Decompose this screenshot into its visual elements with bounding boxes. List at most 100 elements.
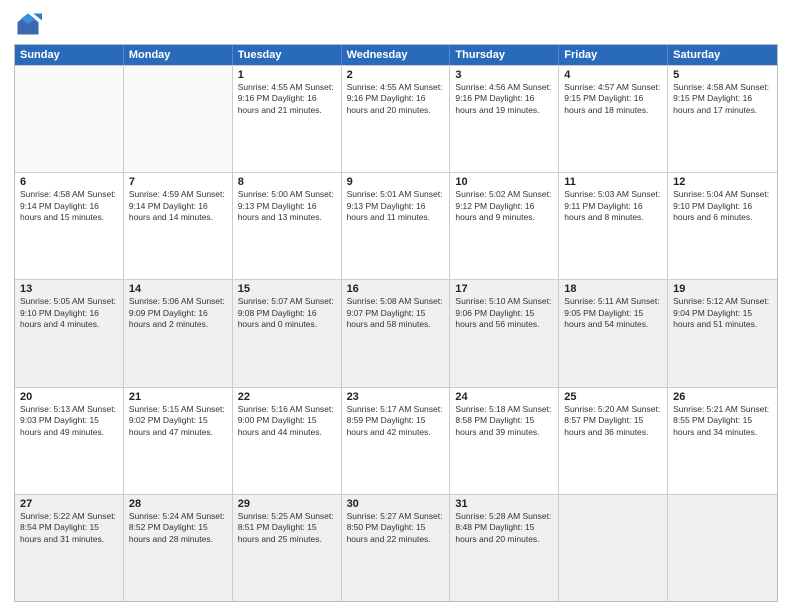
- calendar-cell: 10Sunrise: 5:02 AM Sunset: 9:12 PM Dayli…: [450, 173, 559, 279]
- day-number: 18: [564, 283, 662, 295]
- calendar-row-4: 27Sunrise: 5:22 AM Sunset: 8:54 PM Dayli…: [15, 494, 777, 601]
- calendar-row-2: 13Sunrise: 5:05 AM Sunset: 9:10 PM Dayli…: [15, 279, 777, 386]
- calendar-cell: [15, 66, 124, 172]
- day-info: Sunrise: 5:20 AM Sunset: 8:57 PM Dayligh…: [564, 404, 662, 438]
- calendar-cell: [124, 66, 233, 172]
- page: SundayMondayTuesdayWednesdayThursdayFrid…: [0, 0, 792, 612]
- day-info: Sunrise: 5:07 AM Sunset: 9:08 PM Dayligh…: [238, 296, 336, 330]
- header-day-thursday: Thursday: [450, 45, 559, 65]
- calendar-cell: 22Sunrise: 5:16 AM Sunset: 9:00 PM Dayli…: [233, 388, 342, 494]
- day-number: 16: [347, 283, 445, 295]
- day-number: 6: [20, 176, 118, 188]
- calendar-cell: 12Sunrise: 5:04 AM Sunset: 9:10 PM Dayli…: [668, 173, 777, 279]
- day-number: 20: [20, 391, 118, 403]
- calendar-cell: 19Sunrise: 5:12 AM Sunset: 9:04 PM Dayli…: [668, 280, 777, 386]
- day-number: 29: [238, 498, 336, 510]
- header: [14, 10, 778, 38]
- day-info: Sunrise: 5:06 AM Sunset: 9:09 PM Dayligh…: [129, 296, 227, 330]
- day-number: 15: [238, 283, 336, 295]
- day-number: 3: [455, 69, 553, 81]
- logo: [14, 10, 46, 38]
- header-day-sunday: Sunday: [15, 45, 124, 65]
- day-number: 1: [238, 69, 336, 81]
- header-day-monday: Monday: [124, 45, 233, 65]
- calendar-row-3: 20Sunrise: 5:13 AM Sunset: 9:03 PM Dayli…: [15, 387, 777, 494]
- calendar-cell: 31Sunrise: 5:28 AM Sunset: 8:48 PM Dayli…: [450, 495, 559, 601]
- calendar-cell: 5Sunrise: 4:58 AM Sunset: 9:15 PM Daylig…: [668, 66, 777, 172]
- day-number: 8: [238, 176, 336, 188]
- day-info: Sunrise: 4:55 AM Sunset: 9:16 PM Dayligh…: [238, 82, 336, 116]
- header-day-tuesday: Tuesday: [233, 45, 342, 65]
- day-info: Sunrise: 5:18 AM Sunset: 8:58 PM Dayligh…: [455, 404, 553, 438]
- day-info: Sunrise: 5:08 AM Sunset: 9:07 PM Dayligh…: [347, 296, 445, 330]
- day-info: Sunrise: 5:15 AM Sunset: 9:02 PM Dayligh…: [129, 404, 227, 438]
- day-info: Sunrise: 5:00 AM Sunset: 9:13 PM Dayligh…: [238, 189, 336, 223]
- logo-icon: [14, 10, 42, 38]
- day-info: Sunrise: 5:10 AM Sunset: 9:06 PM Dayligh…: [455, 296, 553, 330]
- day-number: 22: [238, 391, 336, 403]
- calendar-cell: 17Sunrise: 5:10 AM Sunset: 9:06 PM Dayli…: [450, 280, 559, 386]
- calendar-cell: 15Sunrise: 5:07 AM Sunset: 9:08 PM Dayli…: [233, 280, 342, 386]
- calendar-cell: 25Sunrise: 5:20 AM Sunset: 8:57 PM Dayli…: [559, 388, 668, 494]
- calendar-cell: 7Sunrise: 4:59 AM Sunset: 9:14 PM Daylig…: [124, 173, 233, 279]
- day-number: 7: [129, 176, 227, 188]
- day-number: 9: [347, 176, 445, 188]
- day-number: 26: [673, 391, 772, 403]
- calendar-cell: 23Sunrise: 5:17 AM Sunset: 8:59 PM Dayli…: [342, 388, 451, 494]
- day-info: Sunrise: 4:59 AM Sunset: 9:14 PM Dayligh…: [129, 189, 227, 223]
- header-day-wednesday: Wednesday: [342, 45, 451, 65]
- day-number: 19: [673, 283, 772, 295]
- day-info: Sunrise: 5:25 AM Sunset: 8:51 PM Dayligh…: [238, 511, 336, 545]
- day-number: 28: [129, 498, 227, 510]
- calendar-cell: [668, 495, 777, 601]
- calendar-cell: 9Sunrise: 5:01 AM Sunset: 9:13 PM Daylig…: [342, 173, 451, 279]
- day-info: Sunrise: 5:01 AM Sunset: 9:13 PM Dayligh…: [347, 189, 445, 223]
- calendar-row-1: 6Sunrise: 4:58 AM Sunset: 9:14 PM Daylig…: [15, 172, 777, 279]
- day-info: Sunrise: 5:28 AM Sunset: 8:48 PM Dayligh…: [455, 511, 553, 545]
- day-info: Sunrise: 5:02 AM Sunset: 9:12 PM Dayligh…: [455, 189, 553, 223]
- day-info: Sunrise: 5:24 AM Sunset: 8:52 PM Dayligh…: [129, 511, 227, 545]
- calendar-cell: 20Sunrise: 5:13 AM Sunset: 9:03 PM Dayli…: [15, 388, 124, 494]
- calendar-cell: 3Sunrise: 4:56 AM Sunset: 9:16 PM Daylig…: [450, 66, 559, 172]
- calendar-cell: 13Sunrise: 5:05 AM Sunset: 9:10 PM Dayli…: [15, 280, 124, 386]
- day-number: 23: [347, 391, 445, 403]
- day-info: Sunrise: 5:16 AM Sunset: 9:00 PM Dayligh…: [238, 404, 336, 438]
- day-info: Sunrise: 4:58 AM Sunset: 9:15 PM Dayligh…: [673, 82, 772, 116]
- calendar-row-0: 1Sunrise: 4:55 AM Sunset: 9:16 PM Daylig…: [15, 65, 777, 172]
- day-info: Sunrise: 4:56 AM Sunset: 9:16 PM Dayligh…: [455, 82, 553, 116]
- day-info: Sunrise: 5:27 AM Sunset: 8:50 PM Dayligh…: [347, 511, 445, 545]
- calendar-cell: 18Sunrise: 5:11 AM Sunset: 9:05 PM Dayli…: [559, 280, 668, 386]
- day-number: 25: [564, 391, 662, 403]
- calendar-header: SundayMondayTuesdayWednesdayThursdayFrid…: [15, 45, 777, 65]
- day-number: 2: [347, 69, 445, 81]
- calendar-cell: 28Sunrise: 5:24 AM Sunset: 8:52 PM Dayli…: [124, 495, 233, 601]
- calendar-cell: 11Sunrise: 5:03 AM Sunset: 9:11 PM Dayli…: [559, 173, 668, 279]
- day-info: Sunrise: 5:04 AM Sunset: 9:10 PM Dayligh…: [673, 189, 772, 223]
- day-number: 17: [455, 283, 553, 295]
- calendar-cell: [559, 495, 668, 601]
- day-number: 21: [129, 391, 227, 403]
- calendar-cell: 6Sunrise: 4:58 AM Sunset: 9:14 PM Daylig…: [15, 173, 124, 279]
- calendar-cell: 1Sunrise: 4:55 AM Sunset: 9:16 PM Daylig…: [233, 66, 342, 172]
- calendar-cell: 29Sunrise: 5:25 AM Sunset: 8:51 PM Dayli…: [233, 495, 342, 601]
- day-info: Sunrise: 5:22 AM Sunset: 8:54 PM Dayligh…: [20, 511, 118, 545]
- day-info: Sunrise: 5:11 AM Sunset: 9:05 PM Dayligh…: [564, 296, 662, 330]
- day-info: Sunrise: 5:05 AM Sunset: 9:10 PM Dayligh…: [20, 296, 118, 330]
- day-number: 11: [564, 176, 662, 188]
- day-number: 10: [455, 176, 553, 188]
- header-day-friday: Friday: [559, 45, 668, 65]
- day-info: Sunrise: 5:03 AM Sunset: 9:11 PM Dayligh…: [564, 189, 662, 223]
- calendar: SundayMondayTuesdayWednesdayThursdayFrid…: [14, 44, 778, 602]
- calendar-cell: 8Sunrise: 5:00 AM Sunset: 9:13 PM Daylig…: [233, 173, 342, 279]
- day-info: Sunrise: 5:21 AM Sunset: 8:55 PM Dayligh…: [673, 404, 772, 438]
- day-info: Sunrise: 5:13 AM Sunset: 9:03 PM Dayligh…: [20, 404, 118, 438]
- calendar-cell: 26Sunrise: 5:21 AM Sunset: 8:55 PM Dayli…: [668, 388, 777, 494]
- calendar-cell: 4Sunrise: 4:57 AM Sunset: 9:15 PM Daylig…: [559, 66, 668, 172]
- day-info: Sunrise: 5:17 AM Sunset: 8:59 PM Dayligh…: [347, 404, 445, 438]
- day-number: 30: [347, 498, 445, 510]
- day-number: 14: [129, 283, 227, 295]
- calendar-body: 1Sunrise: 4:55 AM Sunset: 9:16 PM Daylig…: [15, 65, 777, 601]
- calendar-cell: 27Sunrise: 5:22 AM Sunset: 8:54 PM Dayli…: [15, 495, 124, 601]
- day-number: 27: [20, 498, 118, 510]
- calendar-cell: 2Sunrise: 4:55 AM Sunset: 9:16 PM Daylig…: [342, 66, 451, 172]
